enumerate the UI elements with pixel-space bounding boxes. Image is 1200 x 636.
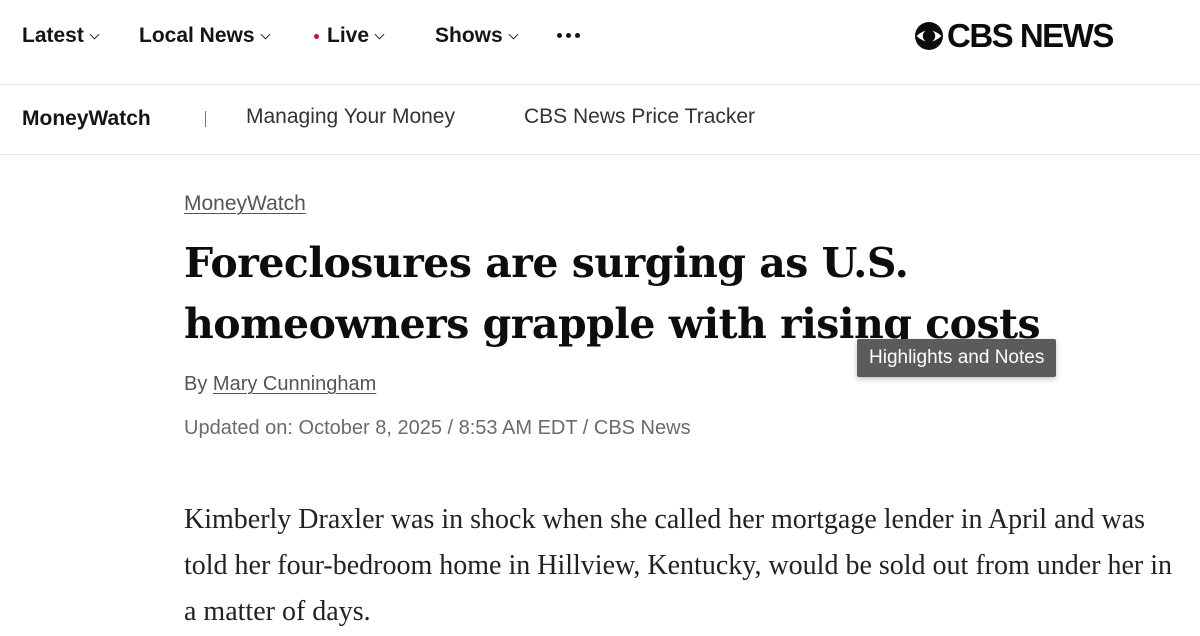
dateline: Updated on: October 8, 2025 / 8:53 AM ED… (184, 417, 691, 439)
live-dot-icon (314, 33, 319, 39)
tooltip: Highlights and Notes (857, 339, 1057, 377)
section-title[interactable]: MoneyWatch (22, 107, 151, 131)
nav-item-label: Shows (435, 24, 503, 47)
article-kicker-link[interactable]: MoneyWatch (184, 192, 306, 216)
logo-text: CBS NEWS (947, 17, 1114, 54)
nav-item-local-news[interactable]: Local News (139, 22, 270, 50)
article-headline: Foreclosures are surging as U.S. homeown… (184, 239, 1041, 348)
chevron-down-icon (508, 29, 519, 39)
nav-item-live[interactable]: Live (314, 22, 385, 50)
chevron-down-icon (89, 29, 100, 39)
more-dots-icon[interactable] (557, 33, 580, 38)
chevron-down-icon (260, 29, 270, 39)
dot (557, 33, 562, 38)
article-body-paragraph: Kimberly Draxler was in shock when she c… (184, 504, 1173, 627)
top-navigation: Latest Local News Live Shows CBS NEWS (0, 0, 1200, 85)
divider (205, 111, 206, 127)
nav-item-label: Live (327, 24, 370, 47)
nav-item-label: Latest (22, 24, 84, 47)
nav-item-label: Local News (139, 24, 255, 47)
subnav-link-managing-your-money[interactable]: Managing Your Money (246, 105, 455, 129)
nav-item-latest[interactable]: Latest (22, 22, 100, 50)
cbs-eye-icon (915, 22, 943, 50)
byline: By Mary Cunningham (184, 373, 376, 396)
tooltip-text: Highlights and Notes (869, 347, 1045, 368)
nav-item-shows[interactable]: Shows (435, 22, 519, 50)
section-navigation: MoneyWatch Managing Your Money CBS News … (0, 85, 1200, 155)
author-link[interactable]: Mary Cunningham (213, 373, 376, 395)
chevron-down-icon (374, 29, 385, 39)
dot (566, 33, 571, 38)
cbs-news-logo[interactable]: CBS NEWS (914, 16, 1114, 56)
byline-prefix: By (184, 373, 208, 395)
dot (575, 33, 580, 38)
subnav-link-price-tracker[interactable]: CBS News Price Tracker (524, 105, 755, 129)
